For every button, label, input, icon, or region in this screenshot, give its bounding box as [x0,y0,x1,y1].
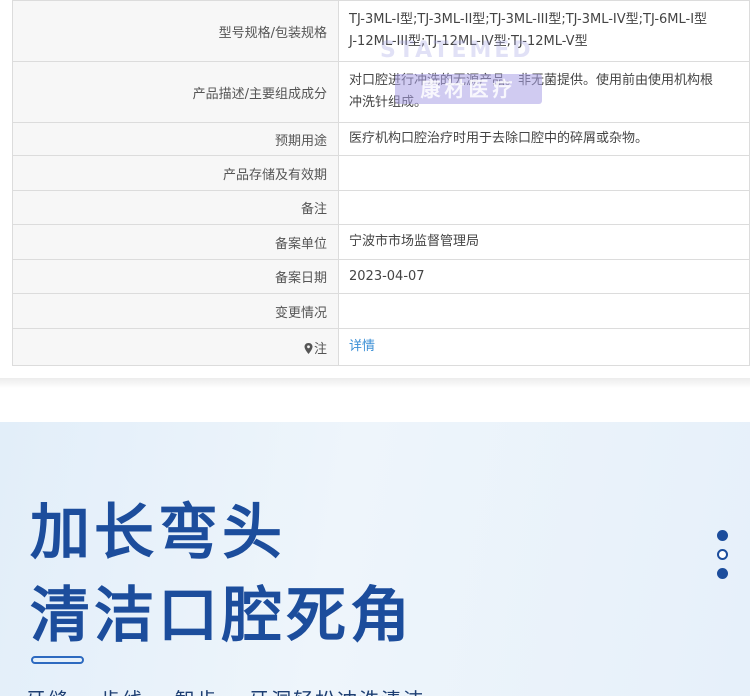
value-line: TJ-3ML-I型;TJ-3ML-II型;TJ-3ML-III型;TJ-3ML-… [349,12,708,27]
table-row: 变更情况 [12,293,750,329]
table-row: 备案日期 2023-04-07 [12,259,750,294]
row-value: 对口腔进行冲洗的无源产品。非无菌提供。使用前由使用机构根 冲洗针组成。 [338,61,750,123]
table-row: 产品存储及有效期 [12,155,750,191]
row-value [338,155,750,191]
carousel-dot-active[interactable] [717,549,728,560]
product-info-section: 型号规格/包装规格 TJ-3ML-I型;TJ-3ML-II型;TJ-3ML-II… [0,0,750,385]
hero-banner: 加长弯头 清洁口腔死角 牙缝、 齿线、 智齿、 牙洞轻松冲洗清洁 [0,422,750,696]
value-line: 2023-04-07 [349,268,425,284]
row-label: 变更情况 [12,293,339,329]
value-line: 冲洗针组成。 [349,95,428,110]
row-value [338,190,750,225]
carousel-dots [717,530,729,580]
table-row: 预期用途 医疗机构口腔治疗时用于去除口腔中的碎屑或杂物。 [12,122,750,156]
row-label: 备注 [12,190,339,225]
row-label: 备案日期 [12,259,339,294]
row-label: 型号规格/包装规格 [12,0,339,62]
table-row-note: 注 详情 [12,328,750,366]
carousel-dot[interactable] [717,530,728,541]
value-line: J-12ML-III型;TJ-12ML-IV型;TJ-12ML-V型 [349,34,588,49]
carousel-dot[interactable] [717,568,728,579]
row-value: 2023-04-07 [338,259,750,294]
value-line: 对口腔进行冲洗的无源产品。非无菌提供。使用前由使用机构根 [349,73,714,88]
hero-title-line2: 清洁口腔死角 [30,581,414,651]
row-value: 宁波市市场监督管理局 [338,224,750,260]
note-value-cell: 详情 [338,328,750,366]
product-info-table: 型号规格/包装规格 TJ-3ML-I型;TJ-3ML-II型;TJ-3ML-II… [12,0,750,366]
hero-subtitle: 牙缝、 齿线、 智齿、 牙洞轻松冲洗清洁 [26,684,425,696]
row-label: 产品存储及有效期 [12,155,339,191]
row-label: 预期用途 [12,122,339,156]
hero-title-line1: 加长弯头 [30,498,286,568]
section-divider [0,378,750,388]
row-value: TJ-3ML-I型;TJ-3ML-II型;TJ-3ML-III型;TJ-3ML-… [338,0,750,62]
row-value [338,293,750,329]
table-row: 型号规格/包装规格 TJ-3ML-I型;TJ-3ML-II型;TJ-3ML-II… [12,0,750,62]
note-label-cell: 注 [12,328,339,366]
row-label: 产品描述/主要组成成分 [12,61,339,123]
value-line: 医疗机构口腔治疗时用于去除口腔中的碎屑或杂物。 [349,131,649,146]
table-row: 备案单位 宁波市市场监督管理局 [12,224,750,260]
hero-accent-bar [31,656,84,664]
details-link[interactable]: 详情 [349,339,375,354]
row-value: 医疗机构口腔治疗时用于去除口腔中的碎屑或杂物。 [338,122,750,156]
table-row: 备注 [12,190,750,225]
row-label: 备案单位 [12,224,339,260]
map-pin-icon [304,342,313,354]
table-row: 产品描述/主要组成成分 对口腔进行冲洗的无源产品。非无菌提供。使用前由使用机构根… [12,61,750,123]
note-label: 注 [313,341,327,357]
value-line: 宁波市市场监督管理局 [349,234,480,249]
